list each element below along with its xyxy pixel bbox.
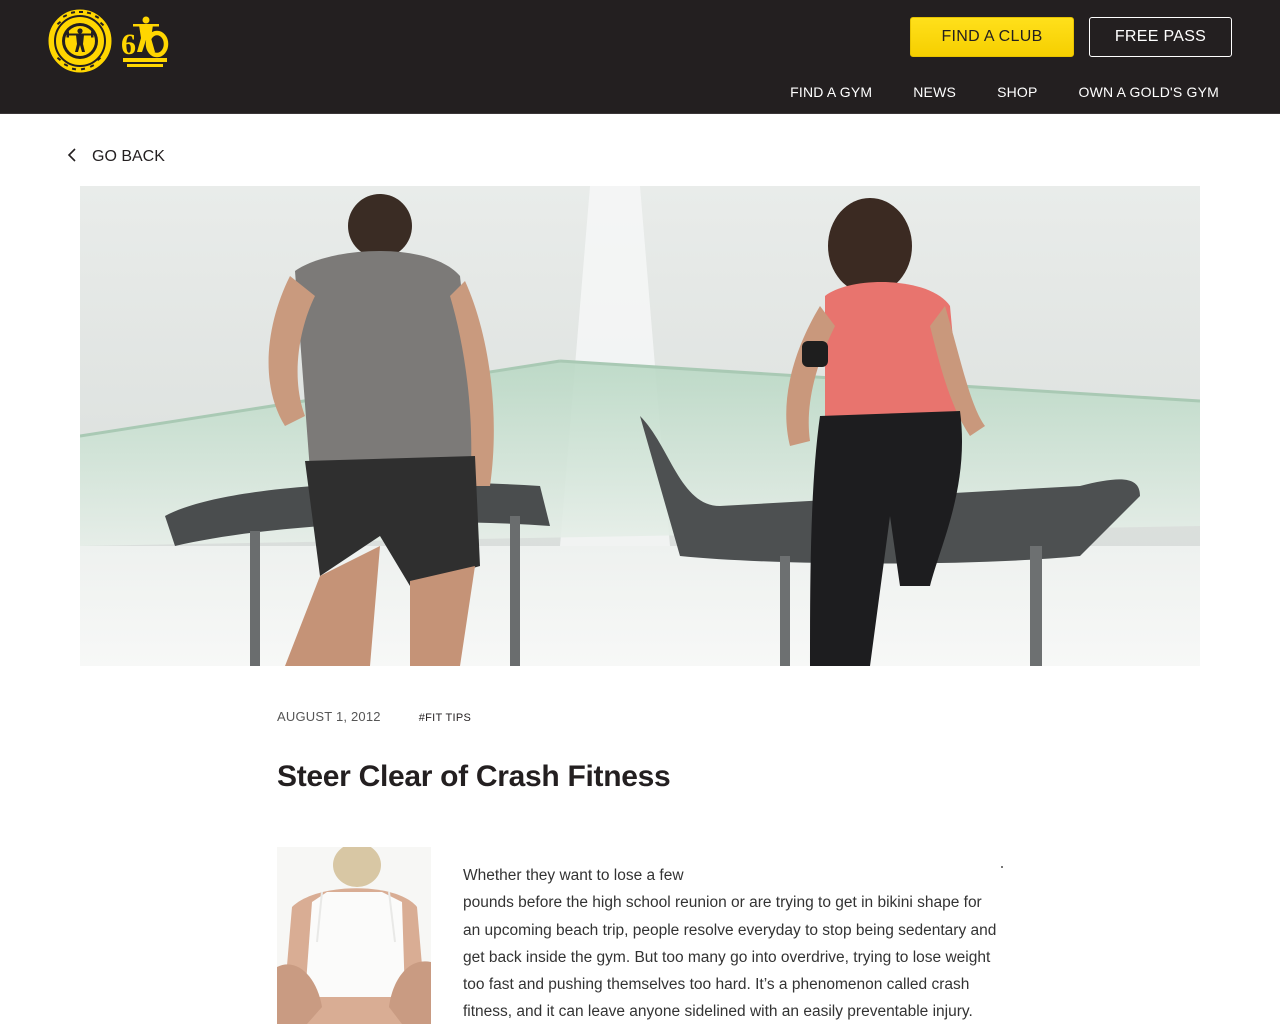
article-date: AUGUST 1, 2012 [277,709,381,724]
divider-dot [1001,866,1003,868]
article-paragraph-first-line: Whether they want to lose a few [463,867,684,884]
find-a-club-button[interactable]: FIND A CLUB [910,17,1074,57]
nav-item-own-a-golds-gym[interactable]: OWN A GOLD'S GYM [1079,84,1219,100]
free-pass-button[interactable]: FREE PASS [1089,17,1232,57]
article-title: Steer Clear of Crash Fitness [277,760,671,793]
go-back-label: GO BACK [92,148,165,165]
article-thumbnail [277,847,431,1024]
main-nav: FIND A GYM NEWS SHOP OWN A GOLD'S GYM [790,84,1219,100]
article-meta: AUGUST 1, 2012 #FIT TIPS [277,709,471,724]
article-paragraph: pounds before the high school reunion or… [463,894,997,1021]
treadmill-photo-icon [80,186,1200,666]
woman-back-pain-photo-icon [277,847,431,1024]
svg-text:6: 6 [121,28,136,61]
nav-item-shop[interactable]: SHOP [997,84,1037,100]
chevron-left-icon [66,147,78,168]
site-header: 6 FIND A CLUB FREE PASS FIND A GYM NEWS … [0,0,1280,114]
hero-image [80,186,1200,666]
nav-item-news[interactable]: NEWS [913,84,956,100]
nav-item-find-a-gym[interactable]: FIND A GYM [790,84,872,100]
article-body: Whether they want to lose a few pounds b… [463,862,1003,1026]
go-back-link[interactable]: GO BACK [66,146,165,168]
article-tag[interactable]: #FIT TIPS [419,712,471,724]
golds-gym-logo[interactable]: 6 [47,8,171,74]
